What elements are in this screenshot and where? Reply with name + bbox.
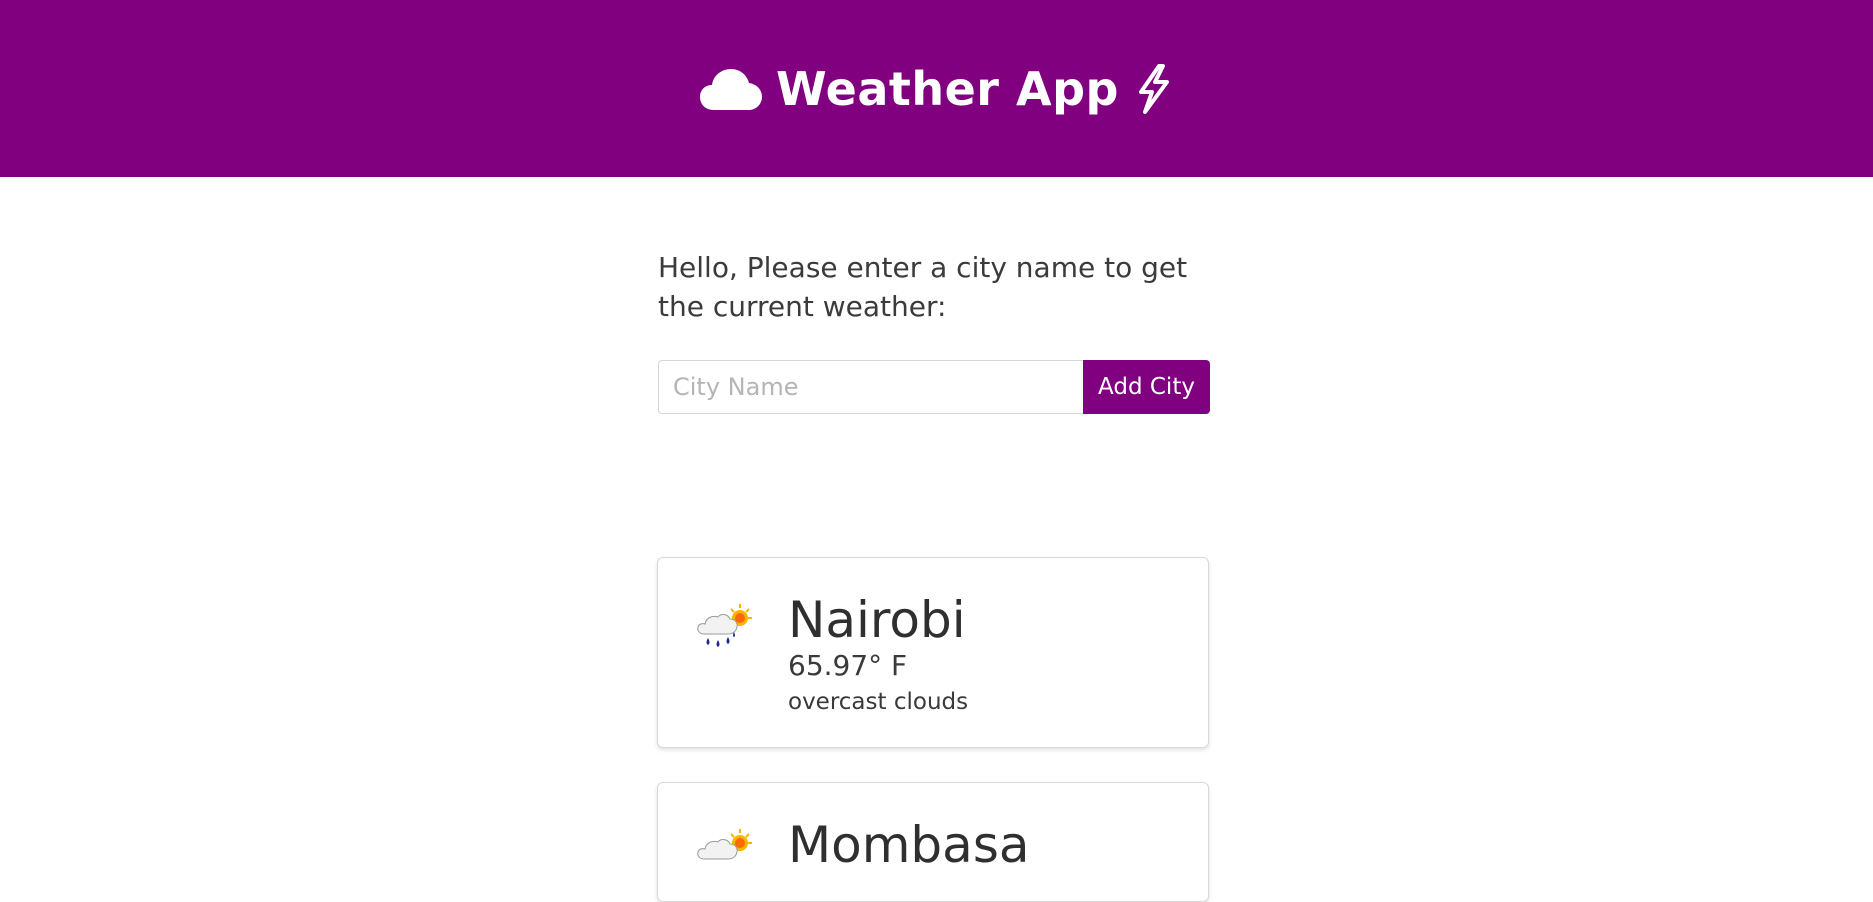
lightning-icon — [1138, 63, 1169, 114]
weather-card-mombasa: Mombasa — [657, 782, 1209, 902]
instruction-text: Hello, Please enter a city name to get t… — [658, 251, 1188, 323]
city-name-input[interactable] — [658, 360, 1083, 414]
city-weather-description: overcast clouds — [788, 689, 969, 715]
header-title-group: Weather App — [700, 62, 1173, 116]
cloud-icon — [700, 68, 763, 110]
sun-cloud-icon — [697, 829, 752, 860]
city-name: Mombasa — [788, 816, 1030, 874]
app-header: Weather App — [0, 0, 1873, 177]
city-name: Nairobi — [788, 591, 966, 649]
rain-sun-cloud-icon — [697, 604, 752, 647]
weather-card-nairobi: Nairobi 65.97° F overcast clouds — [657, 557, 1209, 748]
add-city-button[interactable]: Add City — [1083, 360, 1210, 414]
city-temperature: 65.97° F — [788, 649, 908, 682]
app-title: Weather App — [776, 61, 1119, 116]
add-city-form: Add City — [658, 360, 1210, 414]
